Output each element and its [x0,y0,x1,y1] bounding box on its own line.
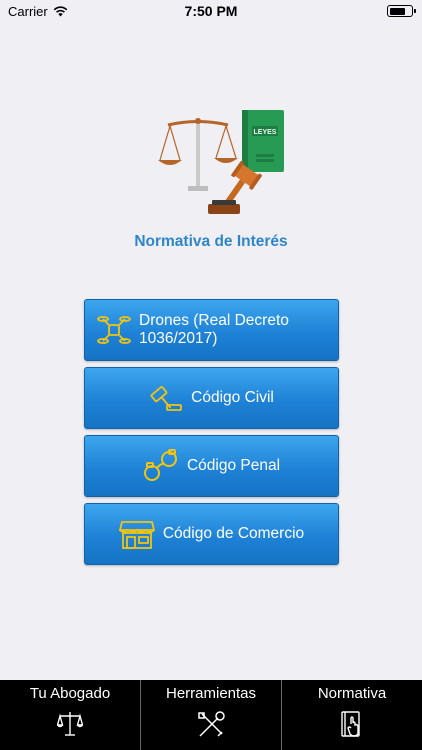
drones-label-line2: 1036/2017) [139,330,218,347]
tools-icon [196,710,226,744]
tab-herramientas[interactable]: Herramientas [140,680,281,750]
drones-label-line1: Drones (Real Decreto [139,312,289,329]
codigo-civil-label: Código Civil [191,389,274,406]
gavel-icon [149,383,183,413]
codigo-comercio-button[interactable]: Código de Comercio [84,503,339,565]
battery-icon [387,5,416,17]
codigo-civil-button[interactable]: Código Civil [84,367,339,429]
codigo-penal-button[interactable]: Código Penal [84,435,339,497]
tab-tu-abogado-label: Tu Abogado [29,685,111,702]
status-bar: Carrier 7:50 PM [0,0,422,22]
tab-normativa[interactable]: Normativa [281,680,422,750]
store-icon [118,518,155,550]
codigo-comercio-label: Código de Comercio [162,525,305,542]
tab-tu-abogado[interactable]: Tu Abogado [0,680,140,750]
scales-icon [56,710,84,742]
tab-bar: Tu Abogado Herramientas Normativa [0,680,422,750]
page-title: Normativa de Interés [134,233,288,250]
drones-button[interactable]: Drones (Real Decreto 1036/2017) [84,299,339,361]
handcuffs-icon [143,449,179,483]
tab-normativa-label: Normativa [317,685,387,702]
book-label: LEYES [254,129,277,136]
status-time: 7:50 PM [184,3,238,19]
tab-herramientas-label: Herramientas [165,685,257,702]
drone-icon [97,313,131,347]
codigo-penal-label: Código Penal [186,457,281,474]
drones-button-label: Drones (Real Decreto 1036/2017) [139,312,289,348]
law-book-icon [339,710,365,744]
justice-logo-image: LEYES [158,110,284,214]
